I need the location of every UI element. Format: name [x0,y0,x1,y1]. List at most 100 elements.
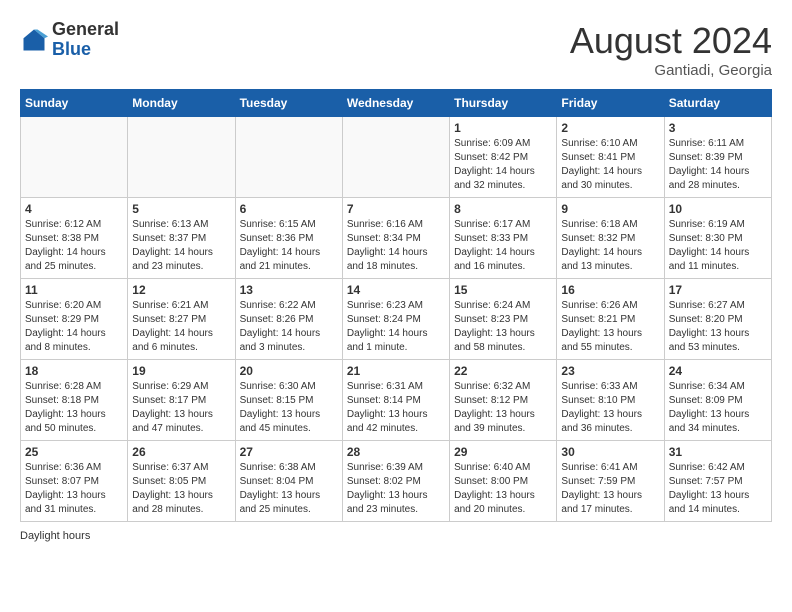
day-number: 4 [25,202,123,216]
day-info: Sunrise: 6:19 AMSunset: 8:30 PMDaylight:… [669,218,767,274]
day-number: 12 [132,283,230,297]
day-number: 11 [25,283,123,297]
day-number: 10 [669,202,767,216]
calendar-cell: 17 Sunrise: 6:27 AMSunset: 8:20 PMDayligh… [664,279,771,360]
calendar-cell: 15 Sunrise: 6:24 AMSunset: 8:23 PMDayligh… [450,279,557,360]
logo-icon [20,26,48,54]
day-info: Sunrise: 6:42 AMSunset: 7:57 PMDaylight:… [669,461,767,517]
day-number: 19 [132,364,230,378]
calendar-cell: 20 Sunrise: 6:30 AMSunset: 8:15 PMDayligh… [235,360,342,441]
week-row-3: 11 Sunrise: 6:20 AMSunset: 8:29 PMDayligh… [21,279,772,360]
day-number: 24 [669,364,767,378]
calendar-cell: 23 Sunrise: 6:33 AMSunset: 8:10 PMDayligh… [557,360,664,441]
day-info: Sunrise: 6:16 AMSunset: 8:34 PMDaylight:… [347,218,445,274]
calendar-cell: 1 Sunrise: 6:09 AMSunset: 8:42 PMDaylight… [450,117,557,198]
day-info: Sunrise: 6:30 AMSunset: 8:15 PMDaylight:… [240,380,338,436]
day-number: 26 [132,445,230,459]
day-info: Sunrise: 6:39 AMSunset: 8:02 PMDaylight:… [347,461,445,517]
day-number: 2 [561,121,659,135]
column-header-wednesday: Wednesday [342,90,449,117]
day-info: Sunrise: 6:28 AMSunset: 8:18 PMDaylight:… [25,380,123,436]
day-number: 27 [240,445,338,459]
footer-note: Daylight hours [20,530,772,542]
calendar-table: SundayMondayTuesdayWednesdayThursdayFrid… [20,89,772,522]
day-number: 17 [669,283,767,297]
day-number: 16 [561,283,659,297]
calendar-cell: 12 Sunrise: 6:21 AMSunset: 8:27 PMDayligh… [128,279,235,360]
day-info: Sunrise: 6:18 AMSunset: 8:32 PMDaylight:… [561,218,659,274]
day-info: Sunrise: 6:36 AMSunset: 8:07 PMDaylight:… [25,461,123,517]
daylight-label: Daylight hours [20,530,90,542]
day-number: 18 [25,364,123,378]
calendar-cell: 26Sunrise: 6:37 AMSunset: 8:05 PMDayligh… [128,441,235,522]
day-number: 23 [561,364,659,378]
month-title: August 2024 [570,20,772,62]
day-info: Sunrise: 6:38 AMSunset: 8:04 PMDaylight:… [240,461,338,517]
day-info: Sunrise: 6:09 AMSunset: 8:42 PMDaylight:… [454,137,552,193]
day-number: 7 [347,202,445,216]
column-header-saturday: Saturday [664,90,771,117]
calendar-cell [235,117,342,198]
calendar-cell: 5Sunrise: 6:13 AMSunset: 8:37 PMDaylight… [128,198,235,279]
page-header: General Blue August 2024 Gantiadi, Georg… [20,20,772,79]
title-block: August 2024 Gantiadi, Georgia [570,20,772,79]
calendar-cell: 11 Sunrise: 6:20 AMSunset: 8:29 PMDayligh… [21,279,128,360]
location: Gantiadi, Georgia [570,62,772,79]
column-header-thursday: Thursday [450,90,557,117]
day-number: 25 [25,445,123,459]
day-info: Sunrise: 6:11 AMSunset: 8:39 PMDaylight:… [669,137,767,193]
calendar-cell: 28 Sunrise: 6:39 AMSunset: 8:02 PMDayligh… [342,441,449,522]
day-info: Sunrise: 6:31 AMSunset: 8:14 PMDaylight:… [347,380,445,436]
day-info: Sunrise: 6:24 AMSunset: 8:23 PMDaylight:… [454,299,552,355]
day-number: 1 [454,121,552,135]
logo-general-text: General [52,19,119,39]
day-info: Sunrise: 6:33 AMSunset: 8:10 PMDaylight:… [561,380,659,436]
day-info: Sunrise: 6:12 AMSunset: 8:38 PMDaylight:… [25,218,123,274]
week-row-2: 4 Sunrise: 6:12 AMSunset: 8:38 PMDaylight… [21,198,772,279]
column-header-friday: Friday [557,90,664,117]
column-header-tuesday: Tuesday [235,90,342,117]
day-info: Sunrise: 6:34 AMSunset: 8:09 PMDaylight:… [669,380,767,436]
day-number: 15 [454,283,552,297]
day-info: Sunrise: 6:10 AMSunset: 8:41 PMDaylight:… [561,137,659,193]
calendar-cell: 8Sunrise: 6:17 AMSunset: 8:33 PMDaylight… [450,198,557,279]
day-info: Sunrise: 6:27 AMSunset: 8:20 PMDaylight:… [669,299,767,355]
day-number: 21 [347,364,445,378]
day-number: 22 [454,364,552,378]
calendar-cell [342,117,449,198]
calendar-cell: 25 Sunrise: 6:36 AMSunset: 8:07 PMDayligh… [21,441,128,522]
calendar-cell: 21 Sunrise: 6:31 AMSunset: 8:14 PMDayligh… [342,360,449,441]
day-info: Sunrise: 6:21 AMSunset: 8:27 PMDaylight:… [132,299,230,355]
logo-blue-text: Blue [52,39,91,59]
week-row-5: 25 Sunrise: 6:36 AMSunset: 8:07 PMDayligh… [21,441,772,522]
week-row-4: 18 Sunrise: 6:28 AMSunset: 8:18 PMDayligh… [21,360,772,441]
day-info: Sunrise: 6:40 AMSunset: 8:00 PMDaylight:… [454,461,552,517]
week-row-1: 1 Sunrise: 6:09 AMSunset: 8:42 PMDaylight… [21,117,772,198]
calendar-cell: 6Sunrise: 6:15 AMSunset: 8:36 PMDaylight… [235,198,342,279]
day-number: 13 [240,283,338,297]
day-info: Sunrise: 6:23 AMSunset: 8:24 PMDaylight:… [347,299,445,355]
calendar-header-row: SundayMondayTuesdayWednesdayThursdayFrid… [21,90,772,117]
calendar-cell: 29 Sunrise: 6:40 AMSunset: 8:00 PMDayligh… [450,441,557,522]
day-info: Sunrise: 6:26 AMSunset: 8:21 PMDaylight:… [561,299,659,355]
calendar-cell: 2 Sunrise: 6:10 AMSunset: 8:41 PMDaylight… [557,117,664,198]
day-number: 3 [669,121,767,135]
day-number: 6 [240,202,338,216]
calendar-cell: 16 Sunrise: 6:26 AMSunset: 8:21 PMDayligh… [557,279,664,360]
calendar-cell: 14 Sunrise: 6:23 AMSunset: 8:24 PMDayligh… [342,279,449,360]
day-info: Sunrise: 6:17 AMSunset: 8:33 PMDaylight:… [454,218,552,274]
day-number: 20 [240,364,338,378]
day-number: 14 [347,283,445,297]
day-info: Sunrise: 6:29 AMSunset: 8:17 PMDaylight:… [132,380,230,436]
day-info: Sunrise: 6:20 AMSunset: 8:29 PMDaylight:… [25,299,123,355]
day-number: 29 [454,445,552,459]
calendar-cell: 31 Sunrise: 6:42 AMSunset: 7:57 PMDayligh… [664,441,771,522]
day-info: Sunrise: 6:41 AMSunset: 7:59 PMDaylight:… [561,461,659,517]
calendar-cell: 10 Sunrise: 6:19 AMSunset: 8:30 PMDayligh… [664,198,771,279]
day-number: 28 [347,445,445,459]
logo: General Blue [20,20,119,60]
calendar-cell: 9Sunrise: 6:18 AMSunset: 8:32 PMDaylight… [557,198,664,279]
calendar-cell: 19 Sunrise: 6:29 AMSunset: 8:17 PMDayligh… [128,360,235,441]
calendar-cell: 24 Sunrise: 6:34 AMSunset: 8:09 PMDayligh… [664,360,771,441]
day-number: 31 [669,445,767,459]
